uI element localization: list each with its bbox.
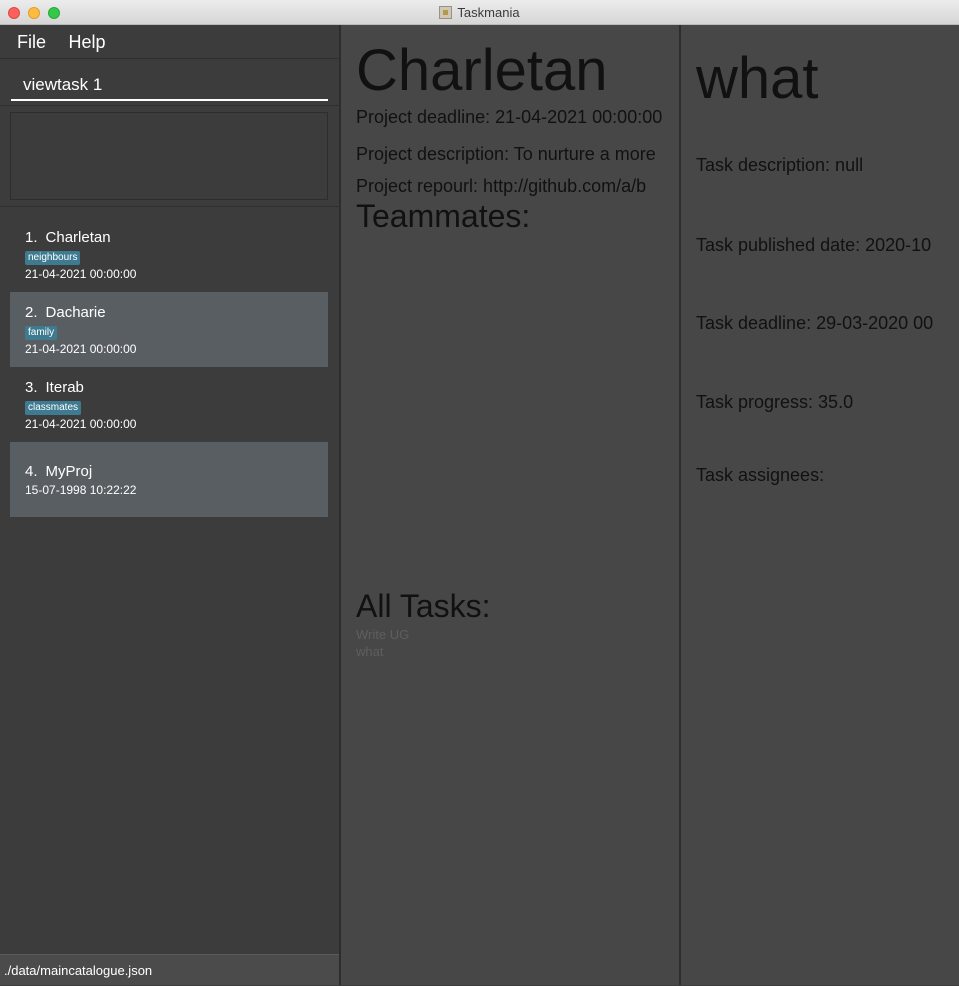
- task-list-item[interactable]: Write UG: [356, 627, 409, 642]
- project-list: 1. Charletan neighbours 21-04-2021 00:00:…: [10, 217, 328, 517]
- project-name: Iterab: [45, 379, 84, 396]
- left-pane: File Help 1. Charletan neighbours 21-04-2…: [0, 25, 339, 985]
- task-description-text: Task description: null: [696, 155, 864, 175]
- project-index: 2.: [25, 304, 38, 321]
- project-detail-pane: Charletan Project deadline: 21-04-2021 0…: [341, 25, 679, 985]
- project-deadline: 21-04-2021 00:00:00: [25, 342, 137, 356]
- project-card-title: 2. Dacharie: [25, 304, 328, 322]
- result-display: [10, 112, 328, 200]
- project-index: 4.: [25, 463, 38, 480]
- task-published-text: Task published date: 2020-10: [696, 235, 932, 255]
- divider: [0, 105, 339, 106]
- task-detail-pane: what Task description: null Task publish…: [681, 25, 959, 985]
- project-card[interactable]: 1. Charletan neighbours 21-04-2021 00:00:…: [10, 217, 328, 292]
- project-deadline: 15-07-1998 10:22:22: [25, 483, 137, 497]
- project-deadline: 21-04-2021 00:00:00: [25, 417, 137, 431]
- window-titlebar: Taskmania: [0, 0, 959, 25]
- project-name: Dacharie: [45, 304, 106, 321]
- project-tag: family: [25, 326, 58, 340]
- project-tag: classmates: [25, 401, 82, 415]
- command-input[interactable]: [11, 71, 328, 99]
- project-tag: neighbours: [25, 251, 81, 265]
- window-title: Taskmania: [0, 5, 959, 20]
- project-name: Charletan: [45, 229, 111, 246]
- project-repourl-text: Project repourl: http://github.com/a/b: [356, 176, 647, 196]
- status-bar-path: ./data/maincatalogue.json: [0, 954, 339, 985]
- project-name: MyProj: [45, 463, 93, 480]
- project-card[interactable]: 4. MyProj 15-07-1998 10:22:22: [10, 442, 328, 517]
- task-list-item[interactable]: what: [356, 644, 383, 659]
- project-card-title: 1. Charletan: [25, 229, 328, 247]
- project-deadline-text: Project deadline: 21-04-2021 00:00:00: [356, 107, 663, 127]
- divider: [0, 206, 339, 207]
- teammates-heading: Teammates:: [356, 198, 531, 234]
- project-description-text: Project description: To nurture a more: [356, 144, 656, 164]
- project-card-title: 3. Iterab: [25, 379, 328, 397]
- task-progress-text: Task progress: 35.0: [696, 392, 854, 412]
- task-title: what: [696, 46, 819, 111]
- task-assignees-text: Task assignees:: [696, 465, 825, 485]
- menu-file[interactable]: File: [17, 25, 46, 59]
- project-card[interactable]: 2. Dacharie family 21-04-2021 00:00:00: [10, 292, 328, 367]
- project-card[interactable]: 3. Iterab classmates 21-04-2021 00:00:00: [10, 367, 328, 442]
- menu-help[interactable]: Help: [68, 25, 105, 59]
- app-icon: [439, 6, 453, 19]
- project-title: Charletan: [356, 38, 608, 103]
- all-tasks-heading: All Tasks:: [356, 588, 491, 624]
- task-deadline-text: Task deadline: 29-03-2020 00: [696, 313, 934, 333]
- project-index: 1.: [25, 229, 38, 246]
- project-deadline: 21-04-2021 00:00:00: [25, 267, 137, 281]
- project-index: 3.: [25, 379, 38, 396]
- window-title-text: Taskmania: [457, 5, 520, 20]
- menu-bar: File Help: [0, 25, 339, 59]
- command-box: [11, 71, 328, 101]
- project-card-title: 4. MyProj: [25, 463, 328, 481]
